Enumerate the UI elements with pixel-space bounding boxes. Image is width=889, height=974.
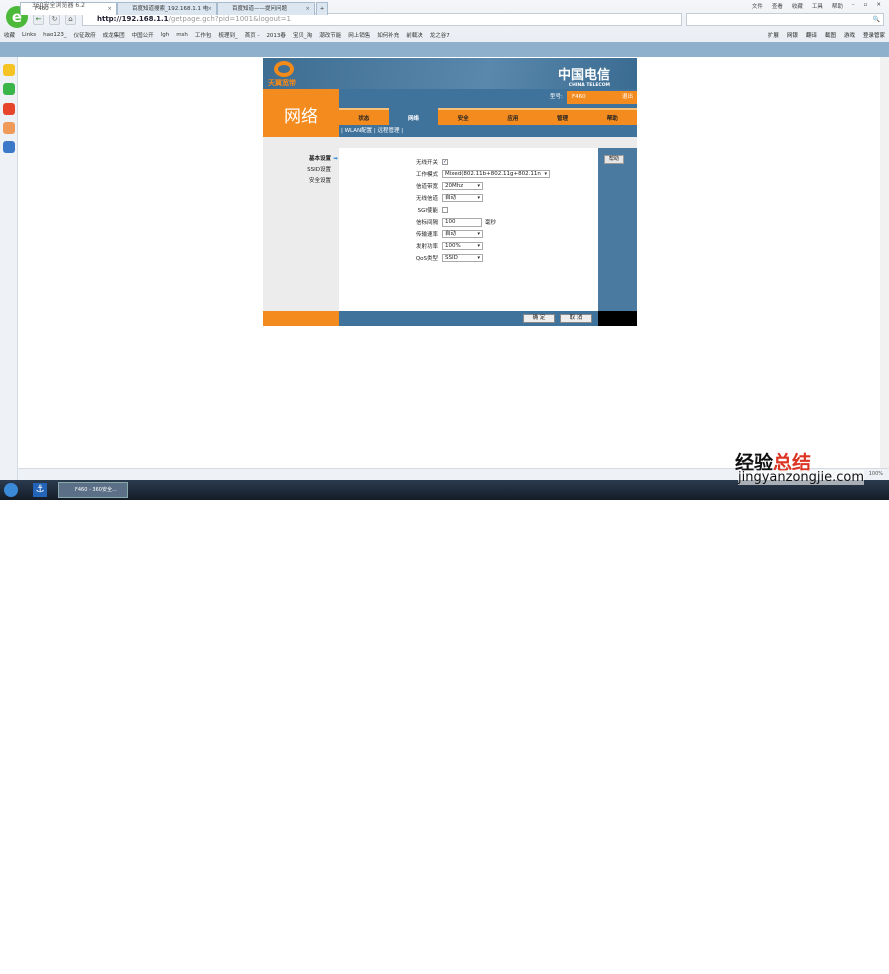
nav-network[interactable]: 网络 <box>388 108 439 125</box>
bookmark-item[interactable]: lgh <box>161 32 170 38</box>
search-icon[interactable]: 🔍 <box>873 14 880 25</box>
tianyi-logo: 天翼宽带 <box>268 61 296 88</box>
close-tab-icon[interactable]: × <box>107 3 112 15</box>
back-button[interactable]: ← <box>33 14 44 25</box>
nav-help[interactable]: 帮助 <box>587 108 638 125</box>
arrow-right-icon: ➡ <box>333 156 338 162</box>
bookmark-item[interactable]: 首页 - <box>245 31 260 39</box>
close-icon[interactable]: ✕ <box>876 2 881 10</box>
menu-view[interactable]: 查看 <box>772 2 783 10</box>
chat-icon[interactable] <box>3 83 15 95</box>
model-label: 型号: <box>550 94 563 100</box>
app-icon[interactable] <box>3 122 15 134</box>
window-title: 360安全浏览器 6.2 <box>32 2 85 9</box>
help-button[interactable]: 帮助 <box>604 155 624 164</box>
anchor-app-icon[interactable]: ⚓ <box>33 483 47 497</box>
close-tab-icon[interactable]: × <box>305 3 310 15</box>
plugin-icon[interactable] <box>3 141 15 153</box>
bookmarks-bar: 收藏 Links hao123_ 仪征政府 成龙集团 中国公开 lgh msh … <box>0 28 889 41</box>
bookmark-item[interactable]: Links <box>22 32 36 38</box>
weibo-icon[interactable] <box>3 103 15 115</box>
tab-baidu-search[interactable]: 百度知道搜索_192.168.1.1 电 × <box>117 2 217 15</box>
channel-select[interactable]: 自动 <box>442 194 483 202</box>
scrollbar[interactable] <box>880 57 889 468</box>
cancel-button[interactable]: 取 消 <box>560 314 592 323</box>
games-button[interactable]: 游戏 <box>844 31 855 39</box>
china-telecom-logo: 中国电信 CHINA TELECOM <box>558 68 611 88</box>
bookmark-item[interactable]: 龙之谷7 <box>430 31 450 39</box>
bookmark-item[interactable]: 宝贝_淘 <box>293 31 312 39</box>
tab-bar <box>0 42 889 57</box>
bookmark-item[interactable]: 仪征政府 <box>74 31 96 39</box>
bookmark-item[interactable]: 如何补充 <box>377 31 399 39</box>
minimize-icon[interactable]: – <box>852 2 855 10</box>
bookmark-item[interactable]: 收藏 <box>4 31 15 39</box>
work-mode-select[interactable]: Mixed(802.11b+802.11g+802.11n <box>442 170 550 178</box>
nav-security[interactable]: 安全 <box>438 108 489 125</box>
menu-security[interactable]: 安全设置 <box>263 176 331 187</box>
bookmark-item[interactable]: hao123_ <box>43 32 66 38</box>
nav-application[interactable]: 应用 <box>488 108 538 125</box>
screenshot-button[interactable]: 截图 <box>825 31 836 39</box>
help-column <box>598 148 637 311</box>
bookmark-item[interactable]: 梳理到_ <box>218 31 237 39</box>
footer-right <box>598 311 637 326</box>
banking-button[interactable]: 网银 <box>787 31 798 39</box>
bookmark-item[interactable]: 潮改节能 <box>319 31 341 39</box>
nav-status[interactable]: 状态 <box>339 108 389 125</box>
bookmark-item[interactable]: 前载决 <box>406 31 423 39</box>
menu-tools[interactable]: 工具 <box>812 2 823 10</box>
menu-file[interactable]: 文件 <box>752 2 763 10</box>
home-button[interactable]: ⌂ <box>65 14 76 25</box>
menu-bar: 文件 查看 收藏 工具 帮助 – ▫ ✕ <box>752 2 881 10</box>
menu-favorites[interactable]: 收藏 <box>792 2 803 10</box>
taskbar-item-browser[interactable]: F460 - 360安全... <box>58 482 128 498</box>
toolbar-right: 扩展 网银 翻译 截图 游戏 登录管家 <box>768 28 885 41</box>
refresh-button[interactable]: ↻ <box>49 14 60 25</box>
login-manager-button[interactable]: 登录管家 <box>863 31 885 39</box>
bookmark-item[interactable]: 网上销售 <box>348 31 370 39</box>
menu-ssid[interactable]: SSID设置 <box>263 165 331 176</box>
menu-basic[interactable]: 基本设置 ➡ <box>263 154 338 165</box>
new-tab-button[interactable]: + <box>316 2 328 15</box>
bookmark-item[interactable]: msh <box>176 32 188 38</box>
translate-button[interactable]: 翻译 <box>806 31 817 39</box>
bookmark-item[interactable]: 成龙集团 <box>103 31 125 39</box>
clock: 2013/7/18 <box>859 968 885 974</box>
left-menu-items: 基本设置 ➡ SSID设置 安全设置 <box>263 154 338 187</box>
sgi-checkbox[interactable] <box>442 207 448 213</box>
divider <box>339 137 637 148</box>
bookmark-item[interactable]: 工作包 <box>195 31 212 39</box>
extensions-button[interactable]: 扩展 <box>768 31 779 39</box>
close-tab-icon[interactable]: × <box>207 3 212 15</box>
ok-button[interactable]: 确 定 <box>523 314 555 323</box>
footer-left <box>263 311 339 326</box>
rate-select[interactable]: 自动 <box>442 230 483 238</box>
sub-nav: | WLAN配置 | 远程管理 | <box>341 128 404 134</box>
tab-baidu-ask[interactable]: 百度知道——提问问题 × <box>217 2 315 15</box>
search-input[interactable]: 🔍 <box>686 13 884 26</box>
start-button[interactable] <box>4 483 18 497</box>
subnav-remote[interactable]: 远程管理 <box>377 128 399 134</box>
bandwidth-select[interactable]: 20Mhz <box>442 182 483 190</box>
section-title: 网络 <box>263 89 339 137</box>
favorites-icon[interactable] <box>3 64 15 76</box>
wireless-switch-checkbox[interactable]: ✓ <box>442 159 448 165</box>
bookmark-item[interactable]: 2013春 <box>266 31 286 39</box>
menu-help[interactable]: 帮助 <box>832 2 843 10</box>
zoom-level[interactable]: 100% <box>869 471 883 477</box>
subnav-wlan[interactable]: WLAN配置 <box>345 128 373 134</box>
logout-link[interactable]: 退出 <box>622 91 633 104</box>
watermark-url: jingyanzongjie.com <box>738 470 865 485</box>
model-box: F460 退出 <box>567 91 637 104</box>
nav-management[interactable]: 管理 <box>537 108 588 125</box>
qos-select[interactable]: SSID <box>442 254 483 262</box>
bookmark-item[interactable]: 中国公开 <box>132 31 154 39</box>
sidebar <box>0 57 18 480</box>
power-select[interactable]: 100% <box>442 242 483 250</box>
beacon-input[interactable]: 100 <box>442 217 482 227</box>
maximize-icon[interactable]: ▫ <box>864 2 868 10</box>
main-nav: 状态 网络 安全 应用 管理 帮助 <box>339 108 638 125</box>
